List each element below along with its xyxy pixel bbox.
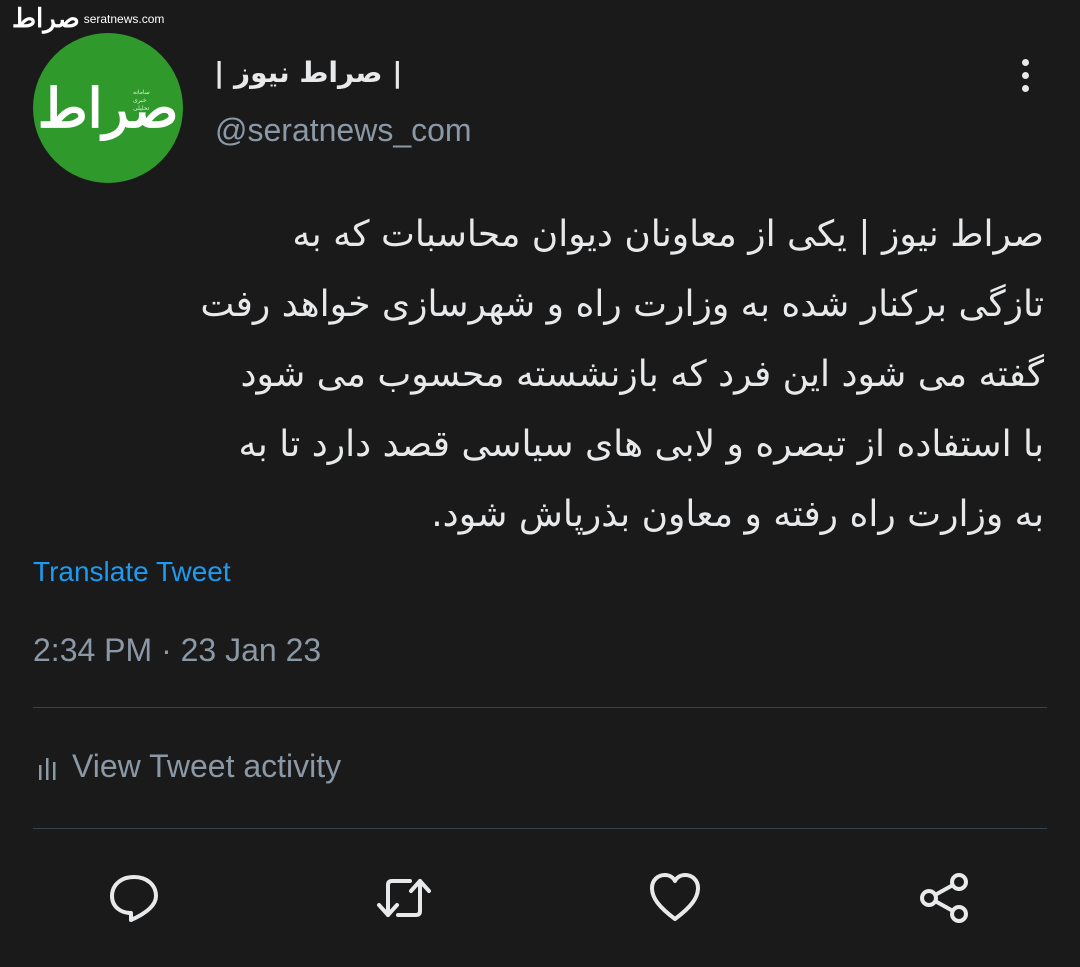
tweet-timestamp[interactable]: 2:34 PM · 23 Jan 23 bbox=[33, 632, 321, 669]
tweet-text: صراط نیوز | یکی از معاونان دیوان محاسبات… bbox=[200, 214, 1044, 535]
view-tweet-activity-button[interactable]: View Tweet activity bbox=[36, 748, 341, 785]
watermark-logo: صراط bbox=[12, 4, 80, 34]
view-tweet-activity-label: View Tweet activity bbox=[72, 748, 342, 784]
bar-chart-icon bbox=[39, 757, 56, 780]
translate-tweet-link[interactable]: Translate Tweet bbox=[33, 556, 231, 588]
avatar-logo-text: صراط bbox=[37, 76, 179, 140]
reply-button[interactable] bbox=[104, 868, 164, 928]
avatar-subtext: سامانه خبری تحلیلی bbox=[133, 89, 150, 112]
retweet-button[interactable] bbox=[374, 868, 434, 928]
divider bbox=[33, 707, 1047, 708]
more-options-icon[interactable] bbox=[1008, 55, 1042, 95]
share-icon bbox=[920, 873, 968, 923]
author-display-name[interactable]: | صراط نیوز | bbox=[214, 56, 402, 89]
retweet-icon bbox=[377, 879, 431, 917]
speech-bubble-icon bbox=[110, 875, 158, 922]
watermark: صراط seratnews.com bbox=[12, 6, 164, 32]
tweet-actions-bar bbox=[0, 868, 1080, 928]
watermark-url: seratnews.com bbox=[83, 12, 165, 26]
heart-icon bbox=[650, 873, 700, 921]
like-button[interactable] bbox=[645, 868, 705, 928]
avatar[interactable]: صراط سامانه خبری تحلیلی bbox=[33, 33, 183, 183]
share-button[interactable] bbox=[915, 868, 975, 928]
author-handle[interactable]: @seratnews_com bbox=[215, 112, 472, 149]
divider bbox=[33, 828, 1047, 829]
